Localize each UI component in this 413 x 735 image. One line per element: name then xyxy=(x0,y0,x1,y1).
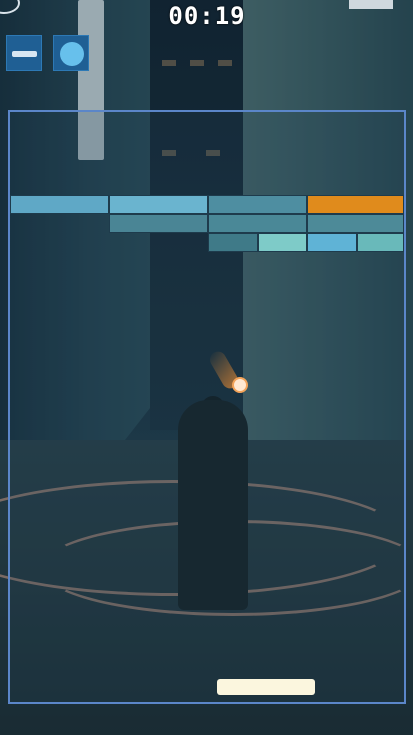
brick xyxy=(258,233,307,252)
game-screen: 00:19 xyxy=(0,0,413,735)
timer: 00:19 xyxy=(168,2,246,30)
ball-icon xyxy=(60,42,84,66)
ball xyxy=(232,377,248,393)
ball-button[interactable] xyxy=(53,35,89,71)
brick xyxy=(307,233,357,252)
brick xyxy=(357,233,404,252)
corner-decoration xyxy=(349,0,393,9)
brick xyxy=(208,195,307,214)
brick xyxy=(208,214,307,233)
paddle[interactable] xyxy=(217,679,315,695)
brick xyxy=(109,214,208,233)
playfield[interactable] xyxy=(8,110,406,704)
pause-icon xyxy=(12,51,37,57)
brick xyxy=(208,233,258,252)
brick xyxy=(10,195,109,214)
pause-button[interactable] xyxy=(6,35,42,71)
brick xyxy=(109,195,208,214)
brick xyxy=(307,214,404,233)
brick xyxy=(307,195,404,214)
